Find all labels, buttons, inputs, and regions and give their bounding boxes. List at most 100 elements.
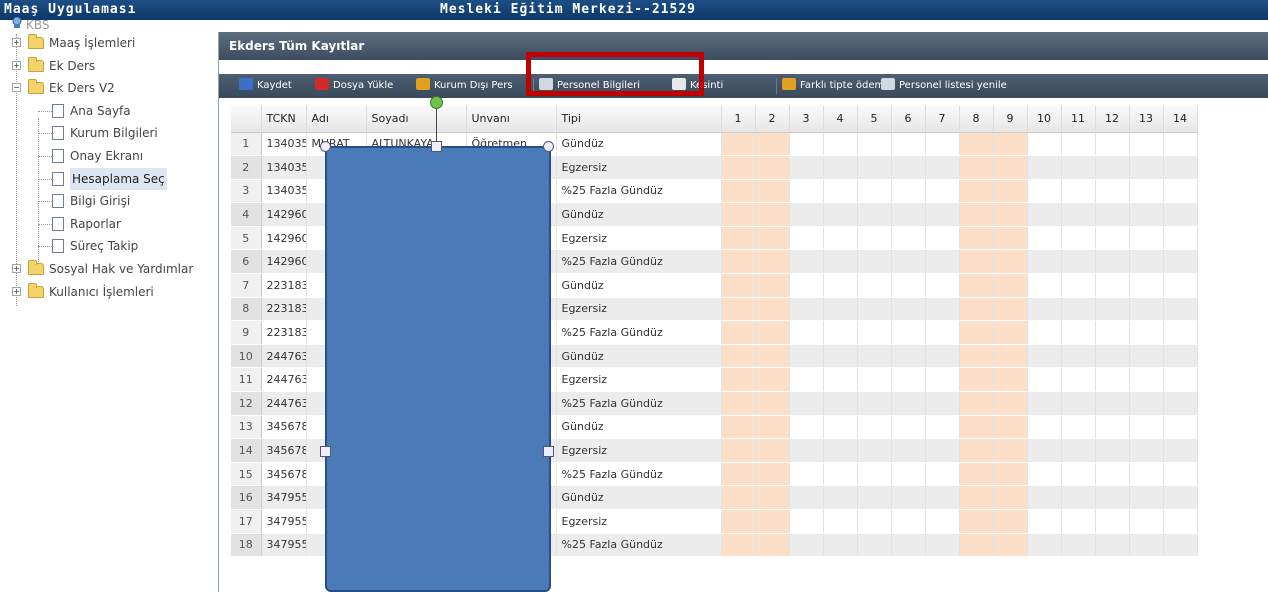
cell-day-7[interactable]: [925, 202, 960, 227]
cell-day-7[interactable]: [925, 297, 960, 322]
cell-day-4[interactable]: [823, 155, 858, 180]
cell-day-10[interactable]: [1027, 132, 1062, 157]
cell-day-4[interactable]: [823, 533, 858, 558]
cell-day-10[interactable]: [1027, 273, 1062, 298]
cell-day-6[interactable]: [891, 344, 926, 369]
cell-day-7[interactable]: [925, 485, 960, 510]
cell-day-12[interactable]: [1095, 179, 1130, 204]
cell-day-6[interactable]: [891, 297, 926, 322]
cell-tckn[interactable]: 1340358: [261, 132, 307, 157]
cell-day-14[interactable]: [1163, 533, 1198, 558]
cell-day-9[interactable]: [993, 320, 1028, 345]
cell-day-10[interactable]: [1027, 367, 1062, 393]
cell-day-2[interactable]: [755, 155, 790, 180]
cell-day-2[interactable]: [755, 202, 790, 227]
cell-day-6[interactable]: [891, 226, 926, 251]
cell-day-11[interactable]: [1061, 249, 1096, 275]
cell-day-8[interactable]: [959, 533, 994, 558]
cell-day-1[interactable]: [721, 202, 756, 227]
cell-day-8[interactable]: [959, 273, 994, 298]
cell-tip[interactable]: Gündüz: [556, 485, 722, 510]
tree-item-kullan-c-i-lemleri[interactable]: + Kullanıcı İşlemleri: [0, 281, 218, 303]
cell-day-3[interactable]: [789, 320, 824, 345]
cell-day-7[interactable]: [925, 533, 960, 558]
cell-day-4[interactable]: [823, 485, 858, 510]
cell-day-11[interactable]: [1061, 155, 1096, 180]
cell-tckn[interactable]: 14296038: [261, 249, 307, 275]
cell-day-3[interactable]: [789, 155, 824, 180]
cell-day-11[interactable]: [1061, 509, 1096, 534]
column-header-2[interactable]: 2: [755, 106, 790, 133]
cell-tip[interactable]: %25 Fazla Gündüz: [556, 320, 722, 345]
cell-day-13[interactable]: [1129, 155, 1164, 180]
cell-day-8[interactable]: [959, 249, 994, 275]
column-header-1[interactable]: 1: [721, 106, 756, 133]
cell-tip[interactable]: Egzersiz: [556, 297, 722, 322]
cell-day-3[interactable]: [789, 249, 824, 275]
cell-day-13[interactable]: [1129, 533, 1164, 558]
cell-day-12[interactable]: [1095, 415, 1130, 440]
cell-day-1[interactable]: [721, 485, 756, 510]
tree-item-sosyal-hak-ve-yard-mlar[interactable]: + Sosyal Hak ve Yardımlar: [0, 258, 218, 280]
shape-resize-handle-r[interactable]: [543, 446, 554, 457]
cell-day-12[interactable]: [1095, 533, 1130, 558]
cell-day-1[interactable]: [721, 273, 756, 298]
cell-day-6[interactable]: [891, 533, 926, 558]
cell-day-2[interactable]: [755, 320, 790, 345]
cell-day-10[interactable]: [1027, 226, 1062, 251]
cell-tip[interactable]: Egzersiz: [556, 509, 722, 534]
cell-day-14[interactable]: [1163, 462, 1198, 487]
expand-toggle-icon[interactable]: +: [12, 264, 21, 273]
cell-day-13[interactable]: [1129, 415, 1164, 440]
cell-day-7[interactable]: [925, 438, 960, 463]
cell-day-9[interactable]: [993, 344, 1028, 369]
toolbar-button-personel-listesi-yenile[interactable]: Personel listesi yenile: [881, 78, 1007, 94]
cell-day-1[interactable]: [721, 320, 756, 345]
cell-day-13[interactable]: [1129, 462, 1164, 487]
column-header-6[interactable]: 6: [891, 106, 926, 133]
cell-day-9[interactable]: [993, 415, 1028, 440]
column-header-soyad-[interactable]: Soyadı: [366, 106, 467, 133]
cell-day-12[interactable]: [1095, 320, 1130, 345]
cell-day-10[interactable]: [1027, 202, 1062, 227]
cell-day-13[interactable]: [1129, 367, 1164, 393]
cell-day-9[interactable]: [993, 226, 1028, 251]
cell-day-13[interactable]: [1129, 485, 1164, 510]
cell-day-14[interactable]: [1163, 179, 1198, 204]
cell-day-14[interactable]: [1163, 438, 1198, 463]
cell-day-4[interactable]: [823, 297, 858, 322]
cell-day-13[interactable]: [1129, 509, 1164, 534]
cell-day-2[interactable]: [755, 415, 790, 440]
cell-day-4[interactable]: [823, 391, 858, 416]
cell-day-2[interactable]: [755, 297, 790, 322]
cell-day-1[interactable]: [721, 367, 756, 393]
cell-day-2[interactable]: [755, 367, 790, 393]
cell-day-12[interactable]: [1095, 462, 1130, 487]
cell-day-3[interactable]: [789, 533, 824, 558]
cell-day-14[interactable]: [1163, 367, 1198, 393]
cell-day-14[interactable]: [1163, 155, 1198, 180]
column-header-unvan-[interactable]: Unvanı: [466, 106, 557, 133]
cell-day-5[interactable]: [857, 155, 892, 180]
cell-day-5[interactable]: [857, 320, 892, 345]
cell-day-8[interactable]: [959, 320, 994, 345]
cell-day-12[interactable]: [1095, 391, 1130, 416]
cell-day-4[interactable]: [823, 273, 858, 298]
expand-toggle-icon[interactable]: −: [12, 83, 21, 93]
cell-day-9[interactable]: [993, 391, 1028, 416]
cell-day-11[interactable]: [1061, 297, 1096, 322]
cell-tip[interactable]: %25 Fazla Gündüz: [556, 533, 722, 558]
cell-day-2[interactable]: [755, 132, 790, 157]
cell-day-6[interactable]: [891, 273, 926, 298]
cell-day-13[interactable]: [1129, 438, 1164, 463]
cell-day-9[interactable]: [993, 485, 1028, 510]
cell-day-5[interactable]: [857, 485, 892, 510]
cell-day-12[interactable]: [1095, 509, 1130, 534]
cell-day-13[interactable]: [1129, 226, 1164, 251]
cell-day-3[interactable]: [789, 344, 824, 369]
cell-tckn[interactable]: 22318318: [261, 297, 307, 322]
cell-day-8[interactable]: [959, 344, 994, 369]
cell-day-6[interactable]: [891, 485, 926, 510]
cell-day-14[interactable]: [1163, 202, 1198, 227]
cell-tckn[interactable]: 34567840: [261, 438, 307, 463]
